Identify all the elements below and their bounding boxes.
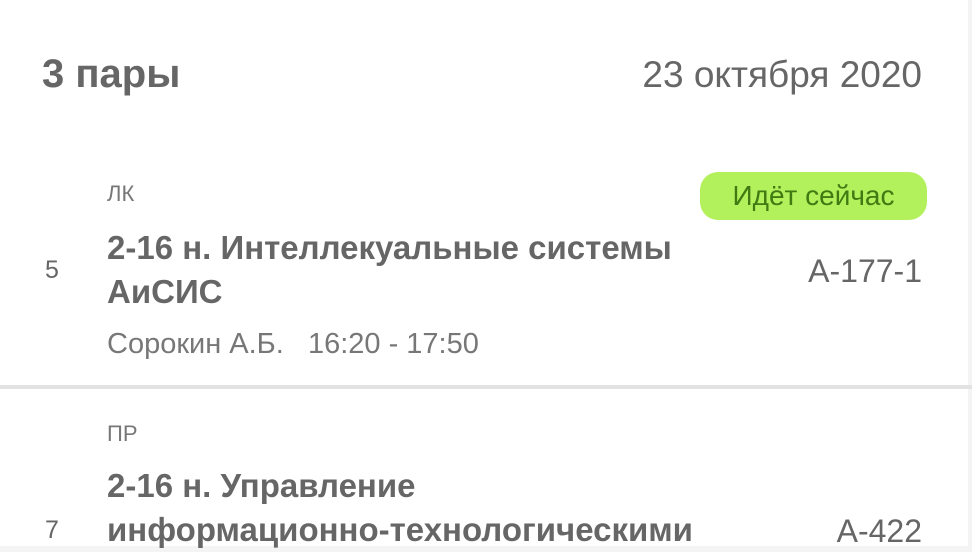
subject-line: 2-16 н. Интеллекуальные системы	[107, 229, 672, 266]
lesson-number: 5	[45, 256, 59, 284]
lesson-type: ПР	[107, 421, 138, 446]
subject-line: АиСИС	[107, 273, 223, 310]
subject-line: информационно-технологическими	[107, 511, 693, 548]
lesson-teacher-time: Сорокин А.Б. 16:20 - 17:50	[107, 328, 479, 361]
subject-line: 2-16 н. Управление	[107, 467, 416, 504]
lesson-time: 16:20 - 17:50	[307, 328, 479, 360]
now-status-badge: Идёт сейчас	[700, 172, 927, 220]
lesson-room: А-177-1	[808, 253, 922, 289]
lesson-subject: 2-16 н. Управление информационно-технолог…	[107, 464, 693, 552]
day-date: 23 октября 2020	[642, 54, 922, 95]
lesson-room: А-422	[836, 513, 922, 549]
schedule-day-card: 3 пары 23 октября 2020 ЛК Идёт сейчас 2-…	[0, 0, 972, 549]
teacher-name: Сорокин А.Б.	[107, 328, 284, 360]
lesson-number: 7	[45, 516, 59, 544]
divider	[0, 385, 972, 389]
lesson-subject: 2-16 н. Интеллекуальные системы АиСИС	[107, 226, 672, 314]
lesson-type: ЛК	[107, 181, 135, 206]
lesson-count-title: 3 пары	[42, 52, 181, 96]
